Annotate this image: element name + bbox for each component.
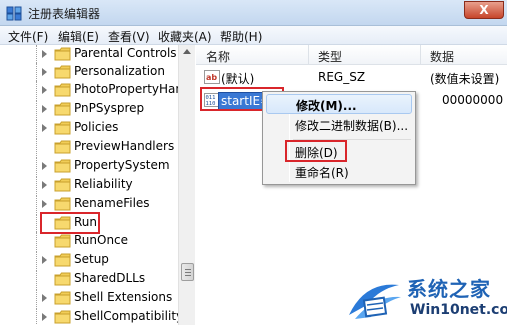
tree-item-label: Setup	[74, 252, 109, 266]
folder-icon	[54, 159, 71, 173]
watermark-logo-icon	[349, 284, 401, 319]
title-bar: 注册表编辑器 X	[0, 0, 507, 26]
tree-item-runonce[interactable]: RunOnce	[0, 232, 178, 250]
folder-icon	[54, 234, 71, 248]
tree-item-setup[interactable]: Setup	[0, 251, 178, 269]
watermark-title: 系统之家	[407, 277, 491, 301]
key-tree: Parental Controls Personalization PhotoP…	[0, 45, 178, 325]
string-value-icon: ab	[204, 70, 220, 84]
tree-item-shell-extensions[interactable]: Shell Extensions	[0, 289, 178, 307]
menu-bar: 文件(F) 编辑(E) 查看(V) 收藏夹(A) 帮助(H)	[0, 26, 507, 45]
menu-item-modify-binary[interactable]: 修改二进制数据(B)...	[266, 115, 412, 135]
tree-item-label: Parental Controls	[74, 46, 177, 60]
menu-item-modify[interactable]: 修改(M)...	[266, 94, 412, 114]
expand-arrow-icon[interactable]	[42, 200, 47, 208]
registry-editor-icon	[6, 6, 22, 21]
tree-item-label: PnPSysprep	[74, 101, 145, 115]
menu-help[interactable]: 帮助(H)	[220, 28, 262, 45]
tree-item-personalization[interactable]: Personalization	[0, 63, 178, 81]
annotation-box-run	[40, 212, 100, 234]
tree-item-label: PreviewHandlers	[74, 139, 175, 153]
folder-icon	[54, 140, 71, 154]
folder-icon	[54, 121, 71, 135]
expand-arrow-icon[interactable]	[42, 294, 47, 302]
folder-icon	[54, 310, 71, 324]
expand-arrow-icon[interactable]	[42, 86, 47, 94]
expand-arrow-icon[interactable]	[42, 162, 47, 170]
folder-icon	[54, 291, 71, 305]
annotation-box-delete	[285, 140, 347, 162]
expand-arrow-icon[interactable]	[42, 181, 47, 189]
expand-arrow-icon[interactable]	[42, 50, 47, 58]
expand-arrow-icon[interactable]	[42, 256, 47, 264]
tree-item-label: PhotoPropertyHan	[74, 82, 178, 96]
tree-item-renamefiles[interactable]: RenameFiles	[0, 195, 178, 213]
value-data: 00000000 (0)	[442, 93, 507, 107]
list-header: 名称 类型 数据	[196, 45, 507, 65]
tree-item-label: SharedDLLs	[74, 271, 146, 285]
folder-icon	[54, 65, 71, 79]
folder-icon	[54, 83, 71, 97]
folder-icon	[54, 47, 71, 61]
expand-arrow-icon[interactable]	[42, 68, 47, 76]
menu-edit[interactable]: 编辑(E)	[58, 28, 99, 45]
tree-item-parental-controls[interactable]: Parental Controls	[0, 45, 178, 63]
expand-arrow-icon[interactable]	[42, 105, 47, 113]
menu-item-label: 修改(M)...	[296, 99, 357, 113]
value-name[interactable]: (默认)	[221, 70, 254, 87]
tree-item-policies[interactable]: Policies	[0, 119, 178, 137]
column-name-header[interactable]: 名称	[206, 48, 230, 65]
context-menu: 修改(M)... 修改二进制数据(B)... 删除(D) 重命名(R)	[262, 91, 416, 185]
tree-item-label: RunOnce	[74, 233, 129, 247]
menu-view[interactable]: 查看(V)	[108, 28, 150, 45]
tree-item-photopropertyhandler[interactable]: PhotoPropertyHan	[0, 81, 178, 99]
folder-icon	[54, 253, 71, 267]
menu-item-label: 重命名(R)	[295, 166, 349, 180]
scroll-up-icon[interactable]	[183, 49, 191, 54]
folder-icon	[54, 272, 71, 286]
tree-item-previewhandlers[interactable]: PreviewHandlers	[0, 138, 178, 156]
column-data-header[interactable]: 数据	[430, 48, 454, 65]
tree-item-label: Personalization	[74, 64, 165, 78]
tree-item-label: RenameFiles	[74, 196, 150, 210]
window-title: 注册表编辑器	[28, 7, 101, 21]
tree-item-shareddlls[interactable]: SharedDLLs	[0, 270, 178, 288]
close-button[interactable]: X	[464, 1, 504, 19]
column-type-header[interactable]: 类型	[318, 48, 342, 65]
expand-arrow-icon[interactable]	[42, 124, 47, 132]
menu-favorites[interactable]: 收藏夹(A)	[158, 28, 212, 45]
svg-text:ab: ab	[206, 73, 217, 82]
folder-icon	[54, 197, 71, 211]
expand-arrow-icon[interactable]	[42, 313, 47, 321]
watermark-url: Win10net.com	[410, 302, 507, 318]
value-type: REG_SZ	[318, 70, 366, 84]
scroll-thumb[interactable]	[181, 263, 194, 281]
tree-item-propertysystem[interactable]: PropertySystem	[0, 157, 178, 175]
tree-item-pnpsysprep[interactable]: PnPSysprep	[0, 100, 178, 118]
tree-item-label: PropertySystem	[74, 158, 170, 172]
tree-item-label: Reliability	[74, 177, 133, 191]
tree-item-label: Policies	[74, 120, 119, 134]
close-icon: X	[479, 3, 489, 17]
tree-item-label: Shell Extensions	[74, 290, 173, 304]
menu-item-label: 修改二进制数据(B)...	[295, 119, 409, 133]
tree-scrollbar[interactable]	[178, 45, 195, 325]
tree-item-shellcompatibility[interactable]: ShellCompatibility	[0, 308, 178, 325]
folder-icon	[54, 178, 71, 192]
menu-file[interactable]: 文件(F)	[8, 28, 48, 45]
value-data: (数值未设置)	[430, 72, 500, 86]
tree-item-label: ShellCompatibility	[74, 309, 178, 323]
menu-item-rename[interactable]: 重命名(R)	[266, 162, 412, 182]
tree-item-reliability[interactable]: Reliability	[0, 176, 178, 194]
folder-icon	[54, 102, 71, 116]
